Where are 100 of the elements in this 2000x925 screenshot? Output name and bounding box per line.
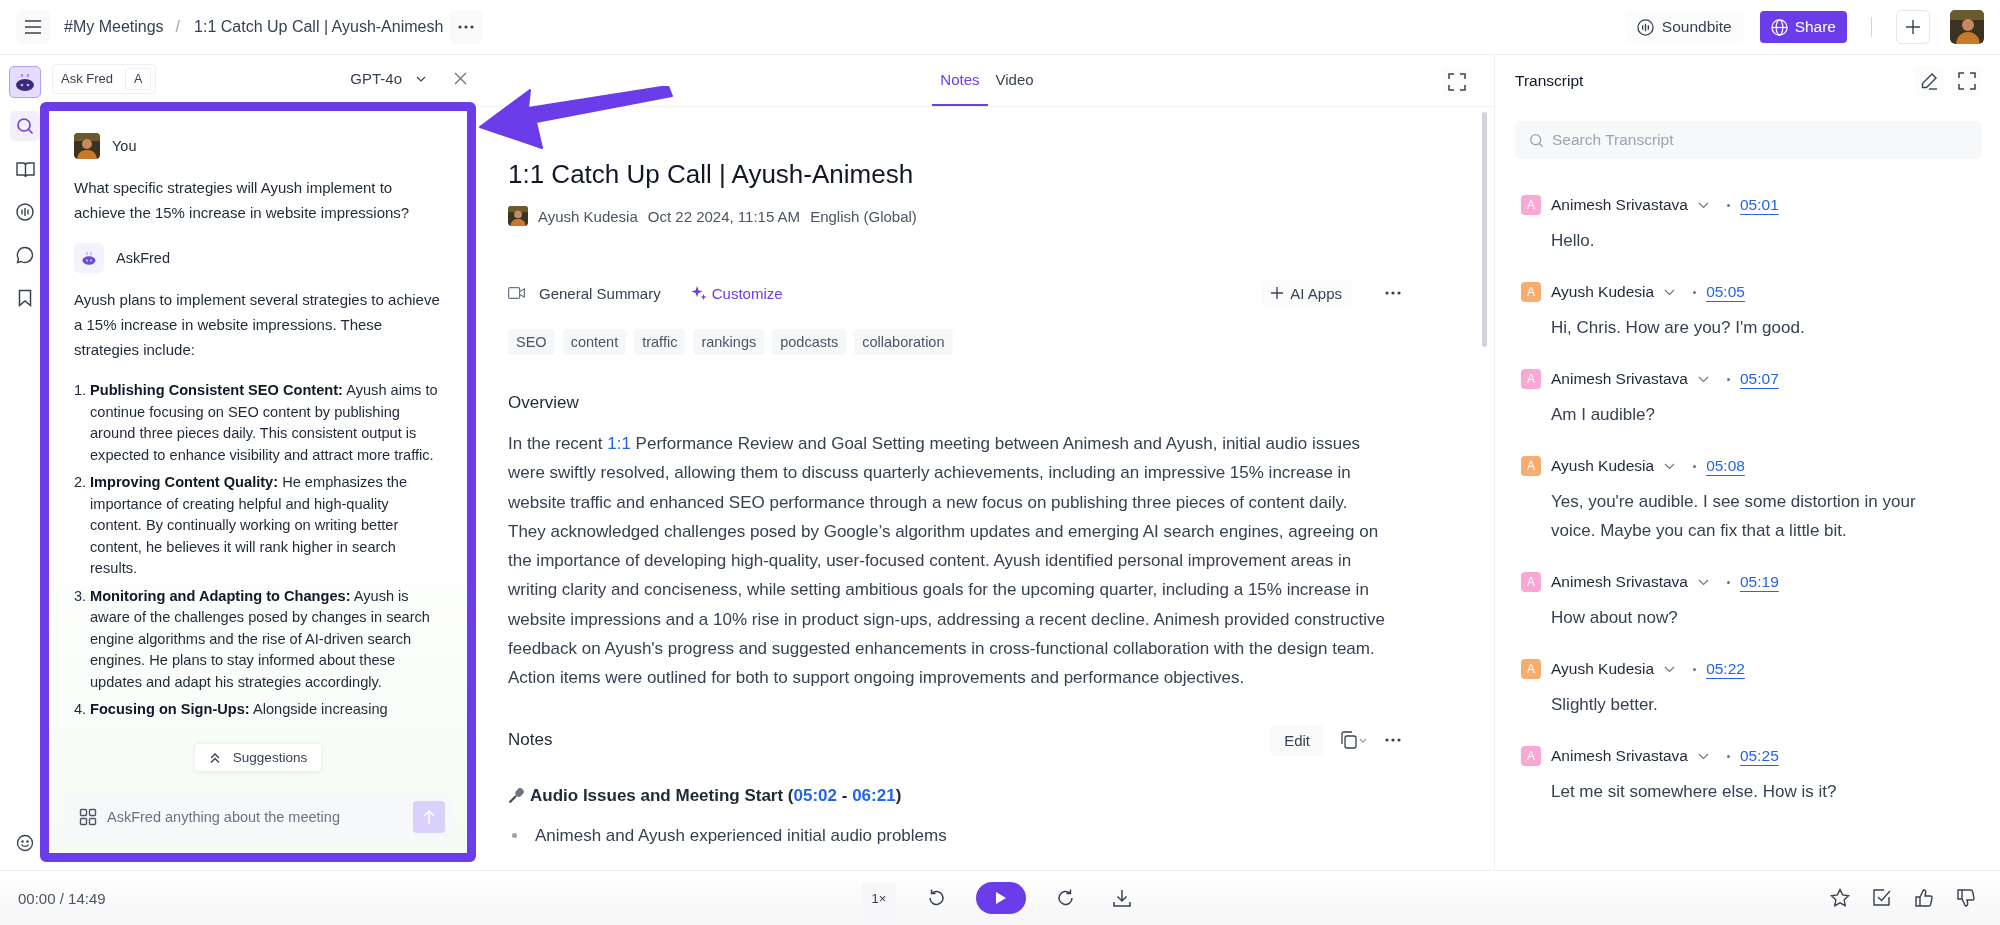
share-button[interactable]: Share bbox=[1759, 11, 1847, 43]
note-text: Animesh and Ayush experienced initial audio problems bbox=[535, 825, 947, 846]
transcript-text: Am I audible? bbox=[1550, 404, 1656, 426]
speaker-dropdown[interactable]: Animesh Srivastava bbox=[1551, 196, 1709, 214]
double-chevron-up-icon bbox=[208, 751, 221, 764]
timestamp-link[interactable]: 05:08 bbox=[1706, 457, 1745, 475]
timestamp-link[interactable]: 05:01 bbox=[1740, 196, 1779, 214]
chevron-down-icon bbox=[1698, 752, 1709, 760]
list-number: 1. bbox=[74, 381, 88, 400]
link[interactable]: 1:1 bbox=[607, 434, 631, 453]
message-text: What specific strategies will Ayush implement to achieve the 15% increase in website impressions? bbox=[74, 178, 411, 223]
customize-button[interactable]: Customize bbox=[684, 280, 789, 306]
summary-template-button[interactable]: General Summary bbox=[539, 284, 661, 302]
speaker-badge: A bbox=[1521, 659, 1541, 679]
tab[interactable]: Notes bbox=[932, 55, 988, 106]
search-icon[interactable] bbox=[10, 111, 40, 141]
list-item-text: Publishing Consistent SEO Content: Ayush aims to continue focusing on SEO content by publishing around three pieces daily. This consistent output is expected to enhance visibility and attract more traffic. bbox=[90, 381, 439, 465]
list-item-text: Focusing on Sign-Ups: Alongside increasing bbox=[90, 700, 388, 719]
separator-dot bbox=[1727, 203, 1730, 207]
copy-icon[interactable] bbox=[1340, 731, 1368, 750]
user-avatar bbox=[74, 133, 100, 159]
separator-dot bbox=[1727, 754, 1730, 758]
timestamp-link[interactable]: 05:02 bbox=[793, 785, 838, 805]
tag[interactable]: rankings bbox=[693, 329, 765, 355]
transcript-text: How about now? bbox=[1550, 607, 1679, 629]
tooltip-label: Ask Fred bbox=[61, 71, 113, 86]
meeting-title: 1:1 Catch Up Call | Ayush-Animesh bbox=[508, 158, 915, 191]
host-avatar bbox=[508, 206, 528, 226]
add-button[interactable] bbox=[1896, 10, 1930, 44]
speaker-badge: A bbox=[1521, 195, 1541, 215]
separator-dot bbox=[1727, 377, 1730, 381]
edit-button[interactable]: Edit bbox=[1270, 724, 1324, 756]
microphone-icon bbox=[508, 787, 524, 805]
waveform-icon bbox=[1636, 18, 1654, 36]
speaker-dropdown[interactable]: Animesh Srivastava bbox=[1551, 573, 1709, 591]
model-dropdown[interactable]: GPT-4o bbox=[350, 70, 426, 87]
ask-input[interactable]: AskFred anything about the meeting bbox=[65, 794, 451, 840]
tag[interactable]: content bbox=[562, 329, 627, 355]
shortcut-key: A bbox=[125, 67, 152, 90]
speaker-dropdown[interactable]: Ayush Kudesia bbox=[1551, 660, 1676, 678]
play-button[interactable] bbox=[976, 882, 1027, 914]
robot-icon[interactable] bbox=[9, 66, 41, 98]
notes-section-title: Audio Issues and Meeting Start (05:02 - 06:21) bbox=[530, 785, 902, 806]
playback-time: 00:00 / 14:49 bbox=[18, 889, 106, 907]
overview-paragraph: In the recent 1:1 Performance Review and Goal Setting meeting between Animesh and Ayush, initial audio issues were swiftly resolved, allowing them to discuss quarterly achievements, including an impressive 15% increase in website traffic and enhanced SEO performance through a new focus on publishing three pieces of content daily. They acknowledged challenges posed by Google’s algorithm updates and emerging AI search engines, agreeing on the importance of developing high-quality, user-focused content. Ayush identified personal improvement areas in writing clarity and conciseness, while setting ambitious goals for the upcoming quarter, including a 15% increase in website impressions and a 10% rise in product sign-ups, addressing a recent decline. Animesh provided constructive feedback on Ayush's progress and suggested enhancements in cross-functional collaboration with the design team. Action items were outlined for both to support ongoing improvements and performance objectives. bbox=[508, 433, 1386, 690]
transcript-text: Slightly better. bbox=[1550, 694, 1659, 716]
speaker-dropdown[interactable]: Animesh Srivastava bbox=[1551, 747, 1709, 765]
tab[interactable]: Video bbox=[987, 55, 1042, 106]
tag[interactable]: collaboration bbox=[854, 329, 953, 355]
breadcrumb-link[interactable]: 1:1 Catch Up Call | Ayush-Animesh bbox=[194, 18, 444, 36]
speaker-badge: A bbox=[1521, 282, 1541, 302]
separator-dot bbox=[1693, 290, 1697, 294]
tag[interactable]: podcasts bbox=[772, 329, 847, 355]
chevron-down-icon bbox=[1698, 375, 1709, 383]
timestamp-link[interactable]: 05:07 bbox=[1740, 370, 1779, 388]
breadcrumb-separator: / bbox=[175, 18, 181, 36]
section-heading: Notes bbox=[508, 730, 553, 751]
timestamp-link[interactable]: 05:25 bbox=[1740, 747, 1779, 765]
speaker-badge: A bbox=[1521, 456, 1541, 476]
tag[interactable]: SEO bbox=[508, 329, 555, 355]
speaker-dropdown[interactable]: Ayush Kudesia bbox=[1551, 457, 1676, 475]
user-avatar[interactable] bbox=[1950, 10, 1984, 44]
section-heading: Overview bbox=[508, 393, 580, 413]
tag[interactable]: traffic bbox=[634, 329, 686, 355]
separator-dot bbox=[1693, 464, 1697, 468]
chevron-down-icon bbox=[1664, 462, 1676, 470]
timestamp-link[interactable]: 05:05 bbox=[1706, 283, 1745, 301]
plus-icon bbox=[1271, 287, 1284, 299]
plus-icon bbox=[1905, 19, 1921, 35]
robot-icon bbox=[74, 243, 104, 273]
timestamp-link[interactable]: 05:22 bbox=[1706, 660, 1745, 678]
chevron-down-icon bbox=[1698, 201, 1709, 209]
speaker-dropdown[interactable]: Animesh Srivastava bbox=[1551, 370, 1709, 388]
message-author: AskFred bbox=[116, 250, 170, 266]
chevron-down-icon bbox=[416, 75, 426, 82]
panel-title: Transcript bbox=[1515, 72, 1584, 90]
grid-icon[interactable] bbox=[79, 808, 97, 826]
list-number: 3. bbox=[74, 586, 88, 606]
list-number: 4. bbox=[74, 700, 88, 719]
breadcrumb-link[interactable]: #My Meetings bbox=[64, 18, 164, 36]
meeting-date: Oct 22 2024, 11:15 AM bbox=[647, 207, 801, 225]
speaker-badge: A bbox=[1521, 572, 1541, 592]
list-number: 2. bbox=[74, 473, 88, 492]
menu-icon[interactable] bbox=[16, 10, 50, 44]
timestamp-link[interactable]: 05:19 bbox=[1740, 573, 1779, 591]
scrollbar-thumb[interactable] bbox=[1482, 112, 1487, 347]
timestamp-link[interactable]: 06:21 bbox=[852, 785, 896, 805]
list-item-text: Improving Content Quality: He emphasizes the importance of creating helpful and high-quality content. By continually working on writing better content, he believes it will rank higher in search results. bbox=[90, 473, 409, 578]
separator-dot bbox=[1727, 580, 1730, 584]
arrow-up-icon bbox=[422, 809, 436, 825]
transcript-text: Let me sit somewhere else. How is it? bbox=[1550, 781, 1838, 803]
bullet-dot bbox=[512, 833, 517, 839]
suggestions-button[interactable]: Suggestions bbox=[193, 743, 323, 772]
chevron-down-icon bbox=[1664, 288, 1676, 296]
speaker-dropdown[interactable]: Ayush Kudesia bbox=[1551, 283, 1676, 301]
chevron-down-icon bbox=[1698, 578, 1709, 586]
speaker-badge: A bbox=[1521, 369, 1541, 389]
separator-dot bbox=[1693, 667, 1697, 671]
search-field[interactable]: Search Transcript bbox=[1515, 121, 1982, 159]
transcript-text: Yes, you're audible. I see some distortion in your voice. Maybe you can fix that a little bit. bbox=[1550, 491, 1917, 542]
